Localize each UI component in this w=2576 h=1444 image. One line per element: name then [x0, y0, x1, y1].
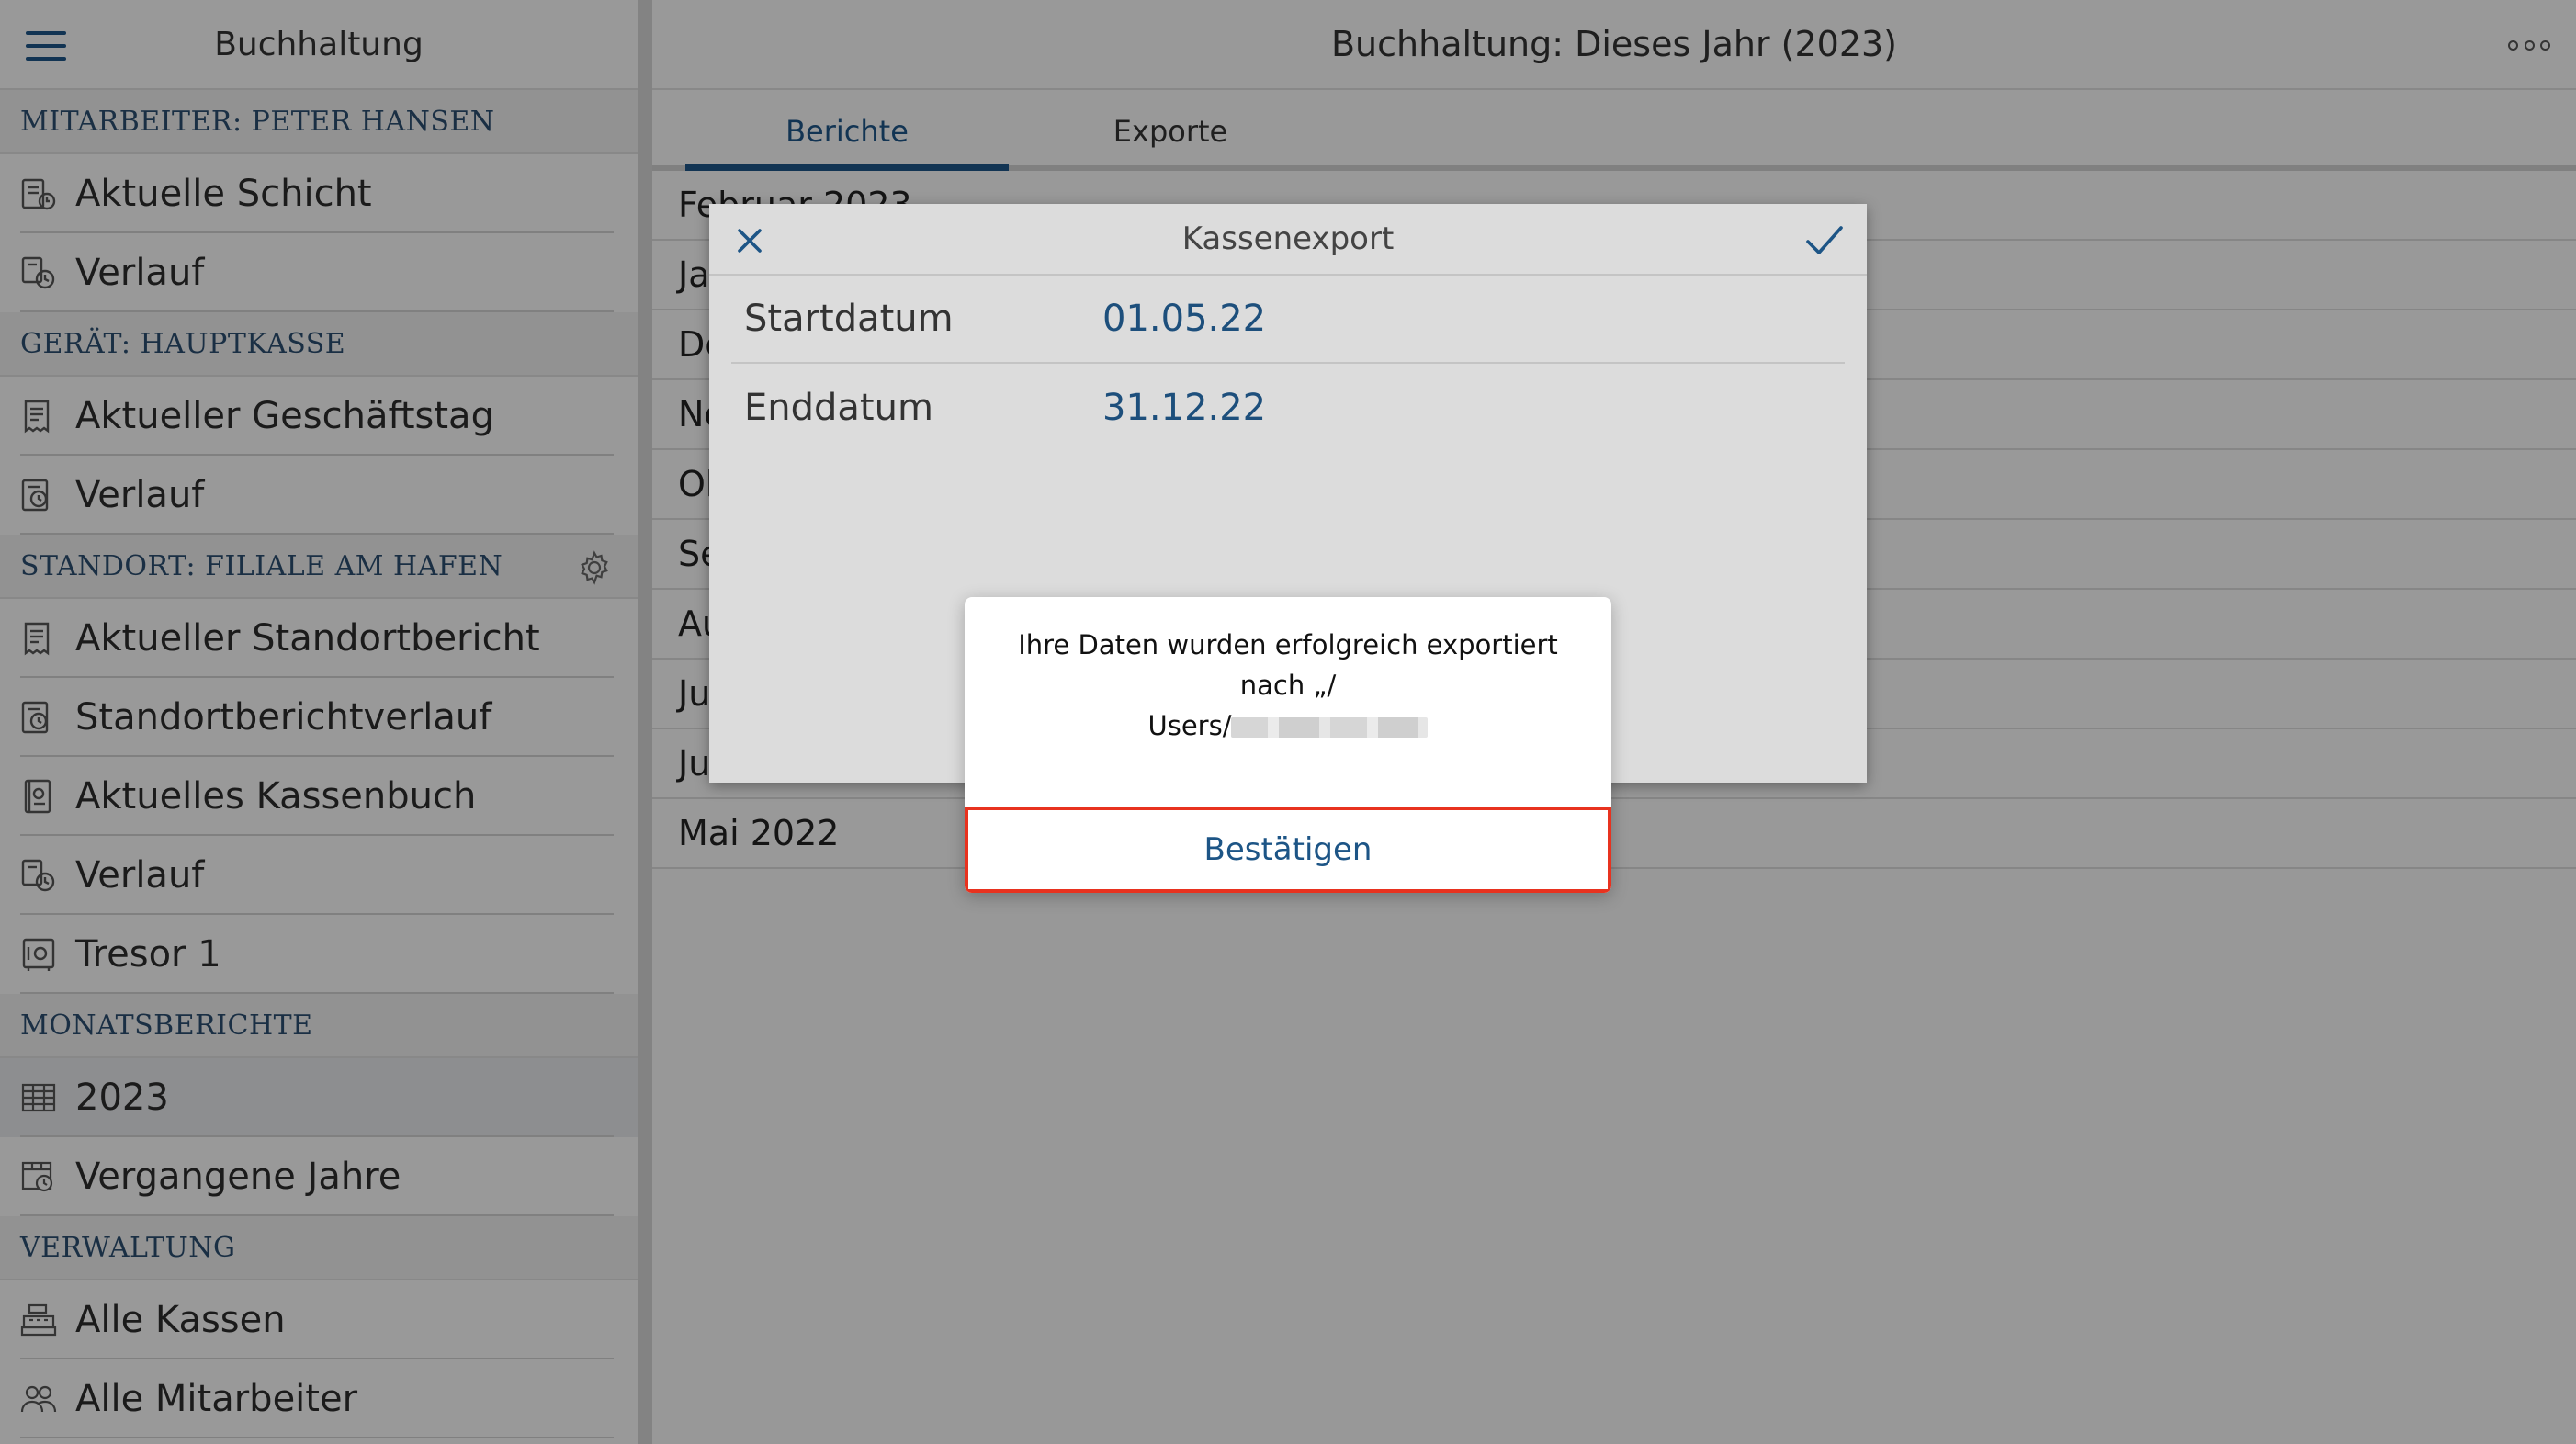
alert-message-line1: Ihre Daten wurden erfolgreich exportiert…	[1018, 629, 1558, 701]
close-icon[interactable]	[733, 224, 766, 257]
start-date-value[interactable]: 01.05.22	[1102, 298, 1266, 340]
redacted-path	[1231, 717, 1429, 738]
start-date-row[interactable]: Startdatum 01.05.22	[731, 276, 1845, 364]
start-date-label: Startdatum	[744, 298, 954, 340]
export-success-alert: Ihre Daten wurden erfolgreich exportiert…	[965, 597, 1611, 893]
confirm-button[interactable]: Bestätigen	[965, 807, 1611, 893]
alert-path-prefix: Users/	[1147, 710, 1232, 741]
dialog-title: Kassenexport	[1181, 220, 1395, 257]
checkmark-icon[interactable]	[1804, 222, 1845, 259]
alert-message-line2: Users/	[992, 705, 1584, 746]
dialog-header: Kassenexport	[709, 204, 1867, 276]
alert-message: Ihre Daten wurden erfolgreich exportiert…	[965, 597, 1611, 807]
end-date-label: Enddatum	[744, 387, 933, 429]
end-date-value[interactable]: 31.12.22	[1102, 387, 1266, 429]
end-date-row[interactable]: Enddatum 31.12.22	[731, 364, 1845, 452]
